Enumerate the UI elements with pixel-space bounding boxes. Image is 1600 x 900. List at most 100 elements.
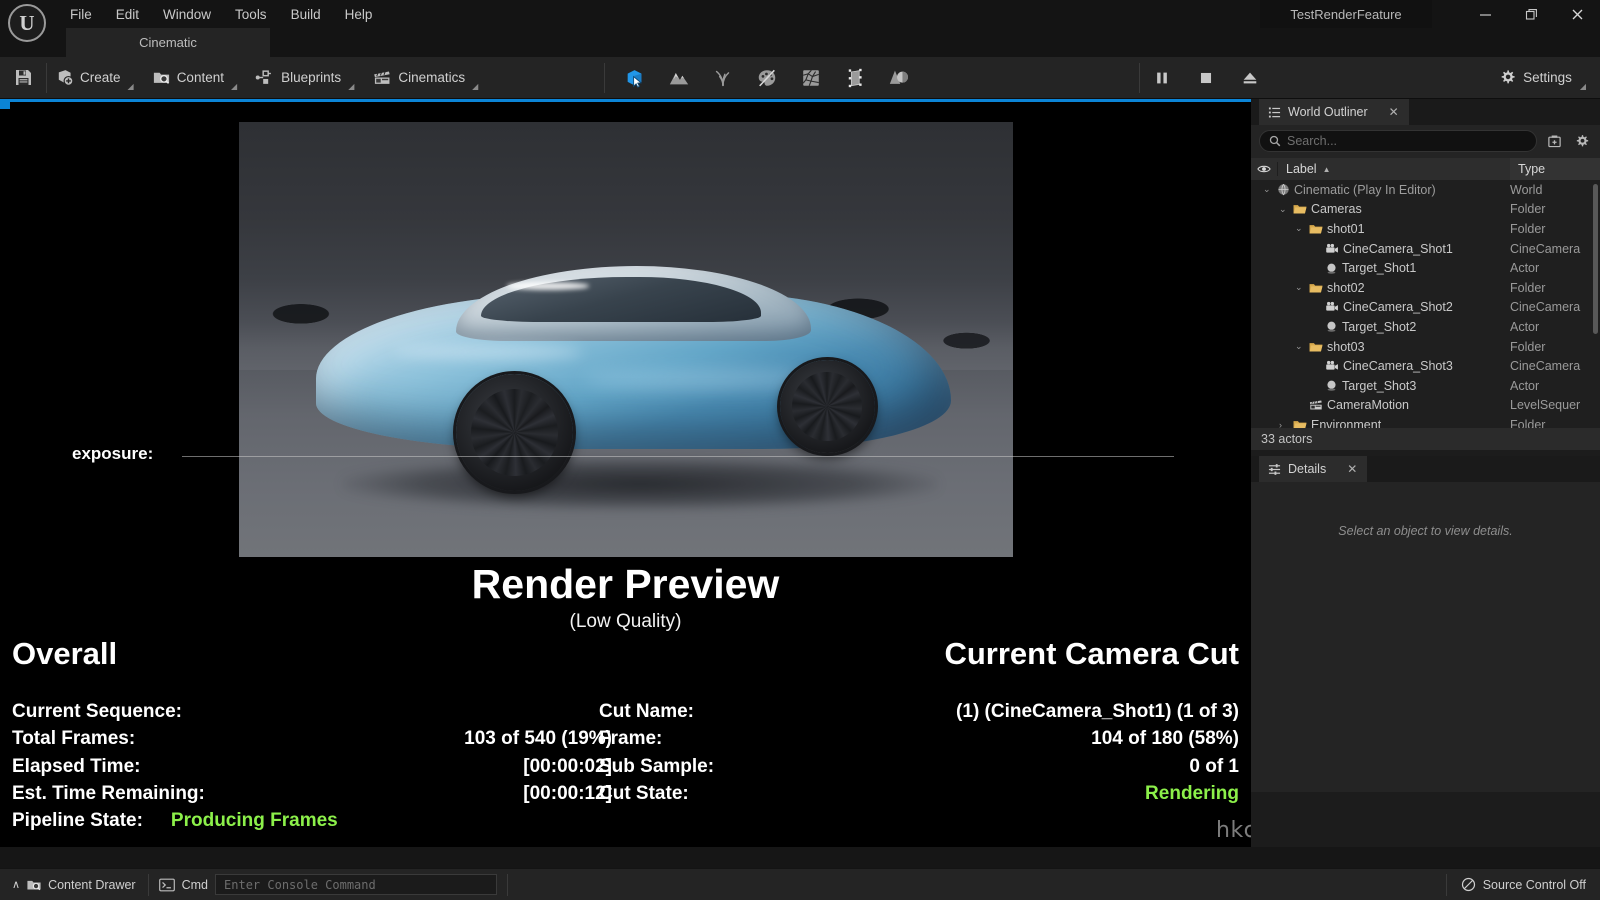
cinecamera-icon (1325, 243, 1339, 255)
outliner-scrollbar[interactable] (1593, 184, 1598, 334)
toolbar-separator (46, 62, 47, 93)
outliner-icon (1268, 106, 1281, 119)
chevron-down-icon[interactable]: ⌄ (1295, 282, 1305, 293)
level-viewport[interactable]: exposure: Render Preview (Low Quality) O… (0, 99, 1251, 847)
cinematics-button[interactable]: Cinematics ◢ (366, 61, 486, 95)
outliner-row[interactable]: CameraMotion LevelSequer (1251, 396, 1600, 416)
chevron-down-icon[interactable]: ⌄ (1295, 223, 1305, 234)
outliner-row[interactable]: CineCamera_Shot2 CineCamera (1251, 298, 1600, 318)
outliner-row[interactable]: ⌄ Cameras Folder (1251, 200, 1600, 220)
source-control-button[interactable]: Source Control Off (1447, 877, 1600, 892)
brush-editing-mode-icon[interactable] (833, 61, 877, 95)
outliner-row[interactable]: › Environment Folder (1251, 415, 1600, 428)
folder-icon (1309, 223, 1323, 235)
cinecamera-icon (1325, 360, 1339, 372)
save-button[interactable] (0, 57, 46, 99)
outliner-row-label: Cinematic (Play In Editor) (1294, 182, 1436, 197)
column-header-type[interactable]: Type (1510, 158, 1600, 180)
window-controls (1462, 0, 1600, 28)
select-mode-icon[interactable] (613, 61, 657, 95)
blueprints-button[interactable]: Blueprints ◢ (249, 61, 362, 95)
outliner-row[interactable]: ⌄ shot01 Folder (1251, 219, 1600, 239)
menu-help[interactable]: Help (333, 4, 385, 25)
actor-sphere-icon (1325, 320, 1338, 333)
console-command-input[interactable]: Enter Console Command (215, 874, 498, 895)
details-close-icon[interactable]: ✕ (1347, 462, 1357, 476)
gear-icon (1499, 69, 1516, 86)
stat-value: Producing Frames (170, 810, 338, 832)
tab-details[interactable]: Details ✕ (1259, 456, 1368, 482)
chevron-down-icon[interactable]: ⌄ (1263, 184, 1273, 195)
overall-heading: Overall (12, 636, 118, 671)
chevron-down-icon[interactable]: ⌄ (1295, 341, 1305, 352)
outliner-row-label: shot03 (1327, 339, 1365, 354)
stop-icon[interactable] (1184, 61, 1228, 95)
render-preview-image (239, 122, 1013, 557)
menu-file[interactable]: File (58, 4, 104, 25)
content-drawer-button[interactable]: ∧ Content Drawer (0, 869, 148, 900)
column-header-label[interactable]: Label ▲ (1277, 162, 1510, 176)
menu-tools[interactable]: Tools (223, 4, 279, 25)
settings-gear-icon[interactable] (1571, 130, 1593, 152)
outliner-row[interactable]: Target_Shot1 Actor (1251, 258, 1600, 278)
pause-icon[interactable] (1140, 61, 1184, 95)
outliner-row[interactable]: Target_Shot3 Actor (1251, 376, 1600, 396)
chevron-down-icon[interactable]: ⌄ (1279, 204, 1289, 215)
menu-edit[interactable]: Edit (104, 4, 151, 25)
stat-cut-frame: Frame: 104 of 180 (58%) (599, 725, 1239, 752)
settings-button[interactable]: Settings ◢ (1489, 61, 1600, 95)
tab-world-outliner[interactable]: World Outliner ✕ (1259, 99, 1409, 125)
toolbar-separator-2 (604, 62, 606, 93)
animation-mode-icon[interactable] (877, 61, 921, 95)
content-button[interactable]: Content ◢ (146, 61, 245, 95)
outliner-tree[interactable]: ⌄ Cinematic (Play In Editor) World ⌄ Cameras… (1251, 180, 1600, 428)
minimize-button[interactable] (1462, 0, 1508, 28)
close-button[interactable] (1554, 0, 1600, 28)
title-bar: File Edit Window Tools Build Help TestRe… (0, 0, 1600, 28)
blueprints-chevron-icon[interactable]: ◢ (348, 82, 354, 91)
outliner-row-label: CameraMotion (1327, 398, 1409, 413)
menu-build[interactable]: Build (279, 4, 333, 25)
stat-label: Elapsed Time: (12, 755, 141, 777)
eject-icon[interactable] (1228, 61, 1272, 95)
outliner-row[interactable]: CineCamera_Shot3 CineCamera (1251, 356, 1600, 376)
outliner-row[interactable]: Target_Shot2 Actor (1251, 317, 1600, 337)
outliner-row[interactable]: ⌄ Cinematic (Play In Editor) World (1251, 180, 1600, 200)
foliage-mode-icon[interactable] (701, 61, 745, 95)
outliner-footer-count: 33 actors (1251, 428, 1600, 450)
viewport-active-border (0, 99, 1251, 102)
world-outliner-tab-label: World Outliner (1288, 105, 1368, 119)
outliner-row-label: Cameras (1311, 202, 1362, 217)
details-tabbar: Details ✕ (1251, 456, 1600, 482)
cinematics-chevron-icon[interactable]: ◢ (472, 82, 478, 91)
visibility-icon[interactable] (1251, 164, 1277, 174)
maximize-restore-button[interactable] (1508, 0, 1554, 28)
settings-chevron-icon[interactable]: ◢ (1580, 82, 1586, 91)
outliner-row[interactable]: CineCamera_Shot1 CineCamera (1251, 239, 1600, 259)
search-input[interactable]: Search... (1259, 130, 1537, 152)
create-chevron-icon[interactable]: ◢ (128, 82, 134, 91)
create-button[interactable]: Create ◢ (49, 61, 142, 95)
fracture-mode-icon[interactable] (789, 61, 833, 95)
outliner-row[interactable]: ⌄ shot03 Folder (1251, 337, 1600, 357)
outliner-row-label: Target_Shot2 (1342, 319, 1417, 334)
outliner-row[interactable]: ⌄ shot02 Folder (1251, 278, 1600, 298)
outliner-row-label: CineCamera_Shot2 (1343, 300, 1453, 315)
stat-value: 103 of 540 (19%) (464, 728, 612, 750)
world-outliner-panel: Search... Label ▲ Type ⌄ Cinematic (Play… (1251, 125, 1600, 450)
stat-sub-sample: Sub Sample: 0 of 1 (599, 753, 1239, 780)
outliner-row-label: CineCamera_Shot1 (1343, 241, 1453, 256)
chevron-right-icon[interactable]: › (1279, 420, 1289, 428)
menu-window[interactable]: Window (151, 4, 223, 25)
mesh-paint-mode-icon[interactable] (745, 61, 789, 95)
landscape-mode-icon[interactable] (657, 61, 701, 95)
unreal-logo-icon[interactable]: U (8, 4, 46, 42)
stat-elapsed-time: Elapsed Time: [00:00:02] (12, 753, 612, 780)
world-outliner-close-icon[interactable]: ✕ (1389, 105, 1399, 119)
tab-cinematic[interactable]: Cinematic (66, 28, 270, 57)
stat-current-sequence: Current Sequence: (12, 698, 612, 725)
stat-value: (1) (CineCamera_Shot1) (1 of 3) (956, 701, 1239, 722)
content-chevron-icon[interactable]: ◢ (231, 82, 237, 91)
outliner-row-type: CineCamera (1510, 241, 1581, 256)
add-folder-icon[interactable] (1543, 130, 1565, 152)
